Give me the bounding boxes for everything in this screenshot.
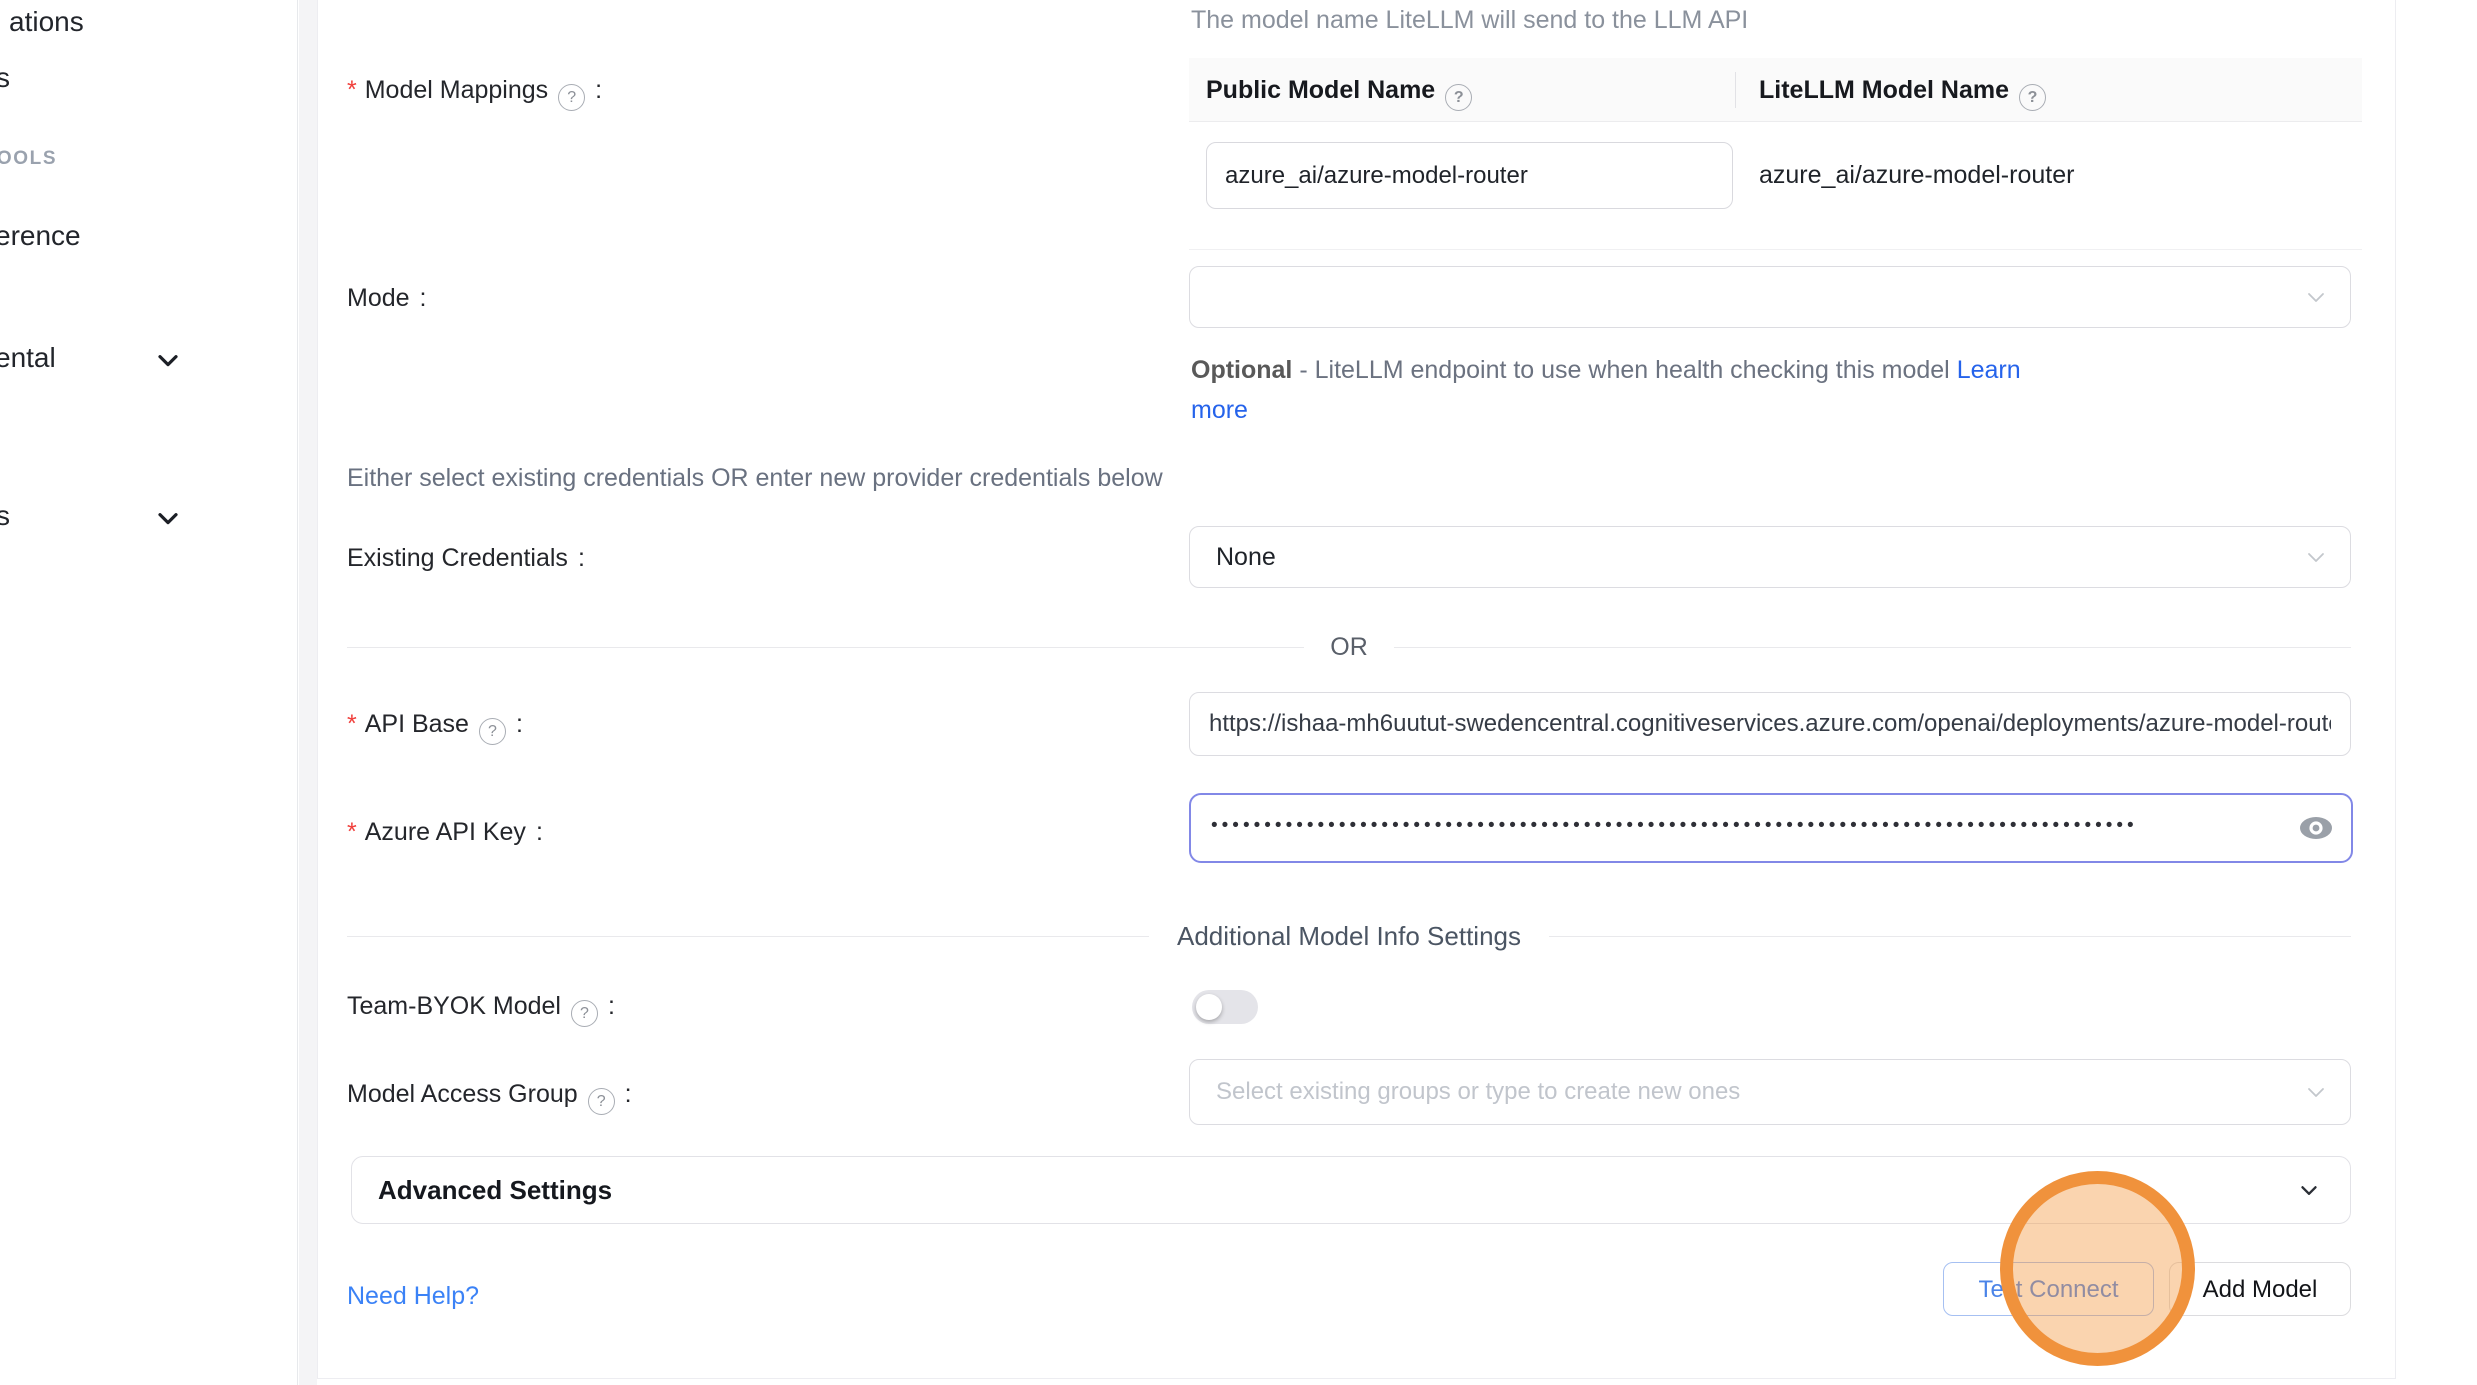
credentials-note: Either select existing credentials OR en…	[347, 464, 1163, 493]
required-asterisk: *	[347, 76, 357, 104]
sidebar-item-s2[interactable]: s	[0, 500, 10, 532]
azure-api-key-label: *Azure API Key:	[347, 818, 543, 847]
page-background-gap	[299, 0, 317, 1385]
additional-info-divider: Additional Model Info Settings	[347, 921, 2351, 952]
sidebar-item-s[interactable]: s	[0, 62, 10, 94]
help-icon[interactable]: ?	[558, 84, 585, 111]
selected-value: None	[1216, 527, 1276, 587]
table-header-row: Public Model Name? LiteLLM Model Name?	[1189, 58, 2362, 122]
add-model-page: ations s TOOLS erence ental s The model …	[0, 0, 2477, 1385]
test-connect-button[interactable]: Test Connect	[1943, 1262, 2154, 1316]
advanced-settings-title: Advanced Settings	[378, 1157, 612, 1223]
masked-password-value: ••••••••••••••••••••••••••••••••••••••••…	[1211, 795, 2261, 860]
team-byok-label: Team-BYOK Model?:	[347, 992, 615, 1027]
litellm-model-name-value: azure_ai/azure-model-router	[1759, 122, 2074, 229]
sidebar-item-erence[interactable]: erence	[0, 220, 81, 252]
or-divider: OR	[347, 633, 2351, 662]
help-icon[interactable]: ?	[588, 1088, 615, 1115]
litellm-model-name-help-text: The model name LiteLLM will send to the …	[1191, 6, 1748, 35]
api-base-label: *API Base?:	[347, 710, 523, 745]
help-icon[interactable]: ?	[1445, 84, 1472, 111]
column-header-litellm-model-name: LiteLLM Model Name?	[1759, 58, 2046, 122]
mode-select[interactable]	[1189, 266, 2351, 328]
eye-icon[interactable]	[2297, 814, 2335, 842]
column-divider	[1735, 72, 1736, 108]
mode-help-text: Optional - LiteLLM endpoint to use when …	[1191, 350, 2021, 430]
sidebar-item-ations[interactable]: ations	[9, 6, 84, 38]
chevron-down-icon	[2304, 285, 2328, 309]
sidebar-section-tools: TOOLS	[0, 148, 57, 170]
help-icon[interactable]: ?	[479, 718, 506, 745]
help-icon[interactable]: ?	[2019, 84, 2046, 111]
column-header-public-model-name: Public Model Name?	[1206, 58, 1472, 122]
existing-credentials-select[interactable]: None	[1189, 526, 2351, 588]
table-row: azure_ai/azure-model-router	[1189, 122, 2362, 250]
mode-label: Mode:	[347, 284, 427, 313]
add-model-form-card: The model name LiteLLM will send to the …	[317, 0, 2396, 1379]
placeholder-text: Select existing groups or type to create…	[1216, 1060, 1740, 1124]
sidebar-item-ental[interactable]: ental	[0, 342, 56, 374]
chevron-down-icon[interactable]	[152, 344, 184, 376]
required-asterisk: *	[347, 710, 357, 738]
api-base-input[interactable]	[1189, 692, 2351, 756]
model-access-group-label: Model Access Group?:	[347, 1080, 632, 1115]
toggle-knob	[1196, 994, 1222, 1020]
azure-api-key-input[interactable]: ••••••••••••••••••••••••••••••••••••••••…	[1189, 793, 2353, 863]
model-mappings-table: Public Model Name? LiteLLM Model Name? a…	[1189, 58, 2362, 250]
team-byok-toggle[interactable]	[1192, 990, 1258, 1024]
public-model-name-input[interactable]	[1206, 142, 1733, 209]
need-help-link[interactable]: Need Help?	[347, 1282, 479, 1311]
chevron-down-icon	[2304, 545, 2328, 569]
existing-credentials-label: Existing Credentials:	[347, 544, 585, 573]
advanced-settings-panel[interactable]: Advanced Settings	[351, 1156, 2351, 1224]
sidebar-nav: ations s TOOLS erence ental s	[0, 0, 298, 1385]
add-model-button[interactable]: Add Model	[2169, 1262, 2351, 1316]
required-asterisk: *	[347, 818, 357, 846]
chevron-down-icon	[2296, 1177, 2322, 1203]
model-mappings-label: *Model Mappings?:	[347, 76, 602, 111]
chevron-down-icon[interactable]	[152, 502, 184, 534]
help-icon[interactable]: ?	[571, 1000, 598, 1027]
chevron-down-icon	[2304, 1080, 2328, 1104]
model-access-group-select[interactable]: Select existing groups or type to create…	[1189, 1059, 2351, 1125]
